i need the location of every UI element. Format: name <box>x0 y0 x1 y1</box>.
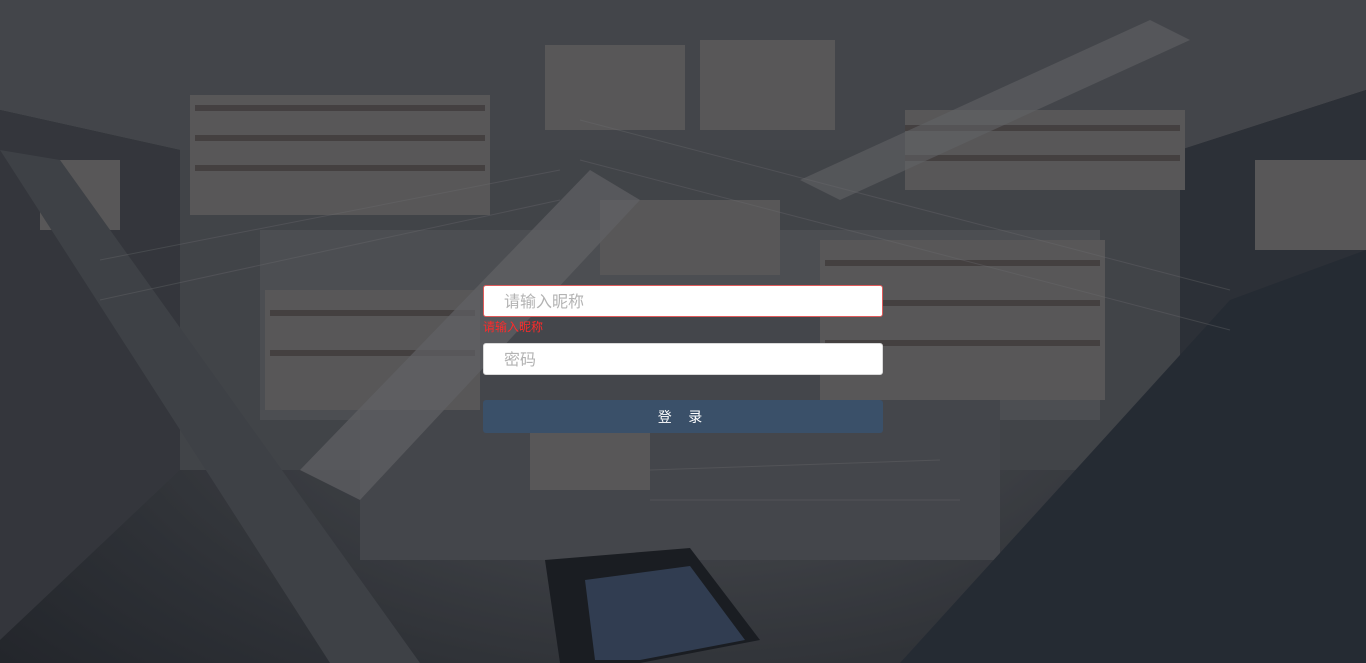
nickname-error-message: 请输入昵称 <box>483 320 544 334</box>
nickname-input[interactable] <box>483 285 883 317</box>
password-input[interactable] <box>483 343 883 375</box>
login-button[interactable]: 登 录 <box>483 400 883 433</box>
login-form: 请输入昵称 登 录 <box>483 285 883 433</box>
